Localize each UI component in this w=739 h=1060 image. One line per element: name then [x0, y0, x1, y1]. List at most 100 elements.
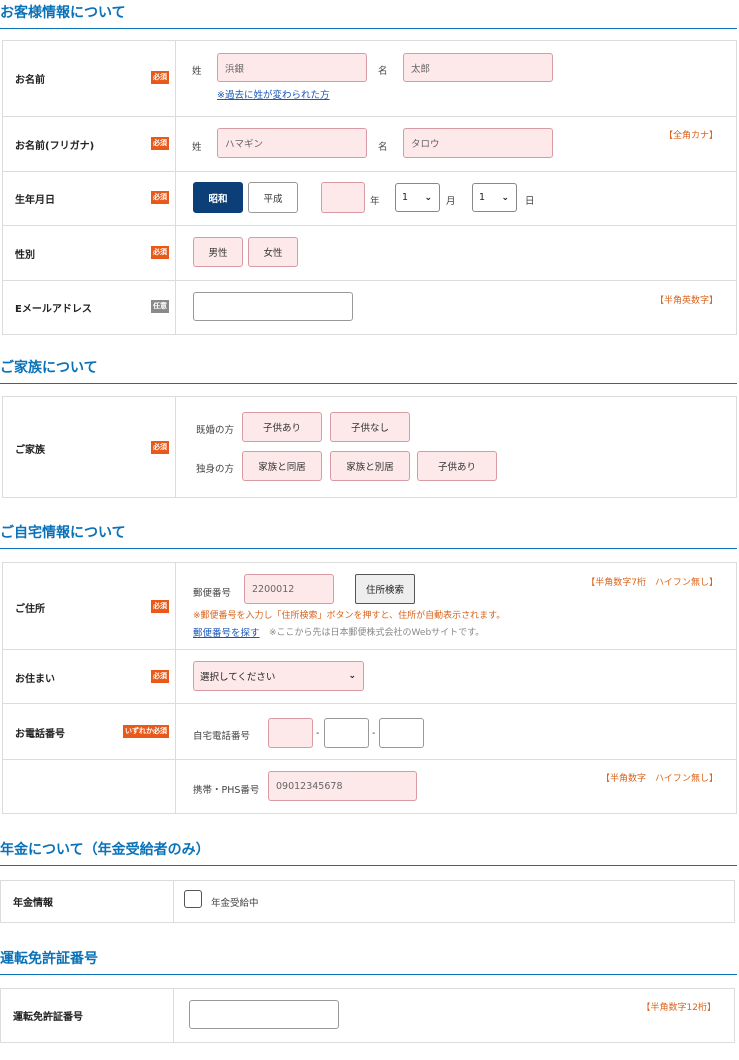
dash: - — [372, 728, 376, 739]
address-label-cell: ご住所 必須 — [3, 563, 176, 649]
residence-label-cell: お住まい 必須 — [3, 650, 176, 703]
residence-content: 選択してください ⌄ — [177, 650, 736, 703]
phone-label-cell: お電話番号 いずれか必須 — [3, 704, 176, 759]
email-label: Eメールアドレス — [15, 304, 92, 315]
license-label-cell: 運転免許証番号 — [1, 989, 174, 1042]
family-content: 既婚の方 子供あり 子供なし 独身の方 家族と同居 家族と別居 子供あり — [177, 397, 736, 497]
mobile-phone-row: 携帯・PHS番号 09012345678 【半角数字 ハイフン無し】 — [3, 760, 736, 813]
home-phone-input-2[interactable] — [324, 718, 369, 748]
sei-label: 姓 — [192, 66, 202, 77]
find-postal-code-link[interactable]: 郵便番号を探す — [193, 625, 260, 639]
license-label: 運転免許証番号 — [13, 1012, 83, 1023]
birth-month-select[interactable]: 1 ⌄ — [395, 183, 440, 212]
license-note: 【半角数字12桁】 — [641, 1003, 716, 1013]
kana-label-cell: お名前(フリガナ) 必須 — [3, 117, 176, 171]
birthdate-label: 生年月日 — [15, 195, 55, 206]
required-badge: 必須 — [151, 600, 169, 613]
gender-label: 性別 — [15, 250, 35, 261]
home-table: ご住所 必須 郵便番号 2200012 住所検索 【半角数字7桁 ハイフン無し】… — [2, 562, 737, 814]
previous-surname-link[interactable]: ※過去に姓が変わられた方 — [217, 87, 329, 101]
license-content: 【半角数字12桁】 — [175, 989, 734, 1042]
required-badge: 必須 — [151, 137, 169, 150]
month-unit: 月 — [446, 196, 456, 207]
section-title-license: 運転免許証番号 — [0, 948, 737, 975]
birth-month-value: 1 — [402, 192, 409, 203]
married-with-children-button[interactable]: 子供あり — [242, 412, 322, 442]
residence-select[interactable]: 選択してください ⌄ — [193, 661, 364, 691]
birth-year-input[interactable] — [321, 182, 365, 213]
section-title-pension: 年金について（年金受給者のみ） — [0, 839, 737, 866]
address-content: 郵便番号 2200012 住所検索 【半角数字7桁 ハイフン無し】 ※郵便番号を… — [177, 563, 736, 649]
mobile-phone-input[interactable]: 09012345678 — [268, 771, 417, 801]
sei-kana-label: 姓 — [192, 142, 202, 153]
postal-code-input[interactable]: 2200012 — [244, 574, 334, 604]
pension-checkbox-label: 年金受給中 — [211, 898, 259, 909]
required-badge: 必須 — [151, 670, 169, 683]
era-showa-button[interactable]: 昭和 — [193, 182, 243, 213]
address-search-warning: ※郵便番号を入力し「住所検索」ボタンを押すと、住所が自動表示されます。 — [193, 611, 506, 621]
email-label-cell: Eメールアドレス 任意 — [3, 281, 176, 334]
pension-label-cell: 年金情報 — [1, 881, 174, 922]
era-heisei-button[interactable]: 平成 — [248, 182, 298, 213]
home-phone-input-3[interactable] — [379, 718, 424, 748]
pension-label: 年金情報 — [13, 898, 53, 909]
chevron-down-icon: ⌄ — [424, 192, 432, 203]
license-number-input[interactable] — [189, 1000, 339, 1029]
kana-label: お名前(フリガナ) — [15, 141, 95, 152]
mei-kana-input[interactable]: タロウ — [403, 128, 553, 158]
day-unit: 日 — [525, 196, 535, 207]
optional-badge: 任意 — [151, 300, 169, 313]
mobile-phone-label: 携帯・PHS番号 — [193, 785, 260, 796]
residence-label: お住まい — [15, 674, 55, 685]
kana-note: 【全角カナ】 — [663, 131, 718, 141]
family-label: ご家族 — [15, 445, 45, 456]
mei-label: 名 — [378, 66, 388, 77]
email-row: Eメールアドレス 任意 【半角英数字】 — [3, 281, 736, 334]
section-title-customer: お客様情報について — [0, 2, 737, 29]
home-phone-content: 自宅電話番号 - - — [177, 704, 736, 759]
dash: - — [316, 728, 320, 739]
married-no-children-button[interactable]: 子供なし — [330, 412, 410, 442]
gender-row: 性別 必須 男性 女性 — [3, 226, 736, 281]
gender-male-button[interactable]: 男性 — [193, 237, 243, 267]
postal-code-note: 【半角数字7桁 ハイフン無し】 — [586, 578, 718, 588]
name-row: お名前 必須 姓 浜銀 名 太郎 ※過去に姓が変わられた方 — [3, 41, 736, 117]
required-badge: 必須 — [151, 191, 169, 204]
kana-row: お名前(フリガナ) 必須 姓 ハマギン 名 タロウ 【全角カナ】 — [3, 117, 736, 172]
pension-content: 年金受給中 — [175, 881, 734, 922]
postal-code-label: 郵便番号 — [193, 588, 232, 599]
family-row: ご家族 必須 既婚の方 子供あり 子供なし 独身の方 家族と同居 家族と別居 子… — [3, 397, 736, 497]
name-content: 姓 浜銀 名 太郎 ※過去に姓が変わられた方 — [177, 41, 736, 116]
either-required-badge: いずれか必須 — [123, 725, 169, 738]
birth-day-select[interactable]: 1 ⌄ — [472, 183, 517, 212]
name-label-cell: お名前 必須 — [3, 41, 176, 116]
external-site-note: ※ここから先は日本郵便株式会社のWebサイトです。 — [269, 628, 485, 638]
sei-input[interactable]: 浜銀 — [217, 53, 367, 82]
address-row: ご住所 必須 郵便番号 2200012 住所検索 【半角数字7桁 ハイフン無し】… — [3, 563, 736, 650]
name-label: お名前 — [15, 75, 45, 86]
birth-day-value: 1 — [479, 192, 486, 203]
mei-kana-label: 名 — [378, 142, 388, 153]
license-row: 運転免許証番号 【半角数字12桁】 — [1, 989, 734, 1042]
single-living-with-family-button[interactable]: 家族と同居 — [242, 451, 322, 481]
phone-row: お電話番号 いずれか必須 自宅電話番号 - - — [3, 704, 736, 760]
email-input[interactable] — [193, 292, 353, 321]
single-living-apart-button[interactable]: 家族と別居 — [330, 451, 410, 481]
address-search-button[interactable]: 住所検索 — [355, 574, 415, 604]
birthdate-row: 生年月日 必須 昭和 平成 年 1 ⌄ 月 1 ⌄ 日 — [3, 172, 736, 226]
email-content: 【半角英数字】 — [177, 281, 736, 334]
home-phone-input-1[interactable] — [268, 718, 313, 748]
pension-checkbox[interactable] — [184, 890, 202, 908]
home-phone-label: 自宅電話番号 — [193, 731, 251, 742]
phone-note: 【半角数字 ハイフン無し】 — [600, 774, 718, 784]
mei-input[interactable]: 太郎 — [403, 53, 553, 82]
year-unit: 年 — [370, 196, 380, 207]
required-badge: 必須 — [151, 71, 169, 84]
chevron-down-icon: ⌄ — [348, 671, 356, 681]
gender-female-button[interactable]: 女性 — [248, 237, 298, 267]
kana-content: 姓 ハマギン 名 タロウ 【全角カナ】 — [177, 117, 736, 171]
license-table: 運転免許証番号 【半角数字12桁】 — [0, 988, 735, 1043]
sei-kana-input[interactable]: ハマギン — [217, 128, 367, 158]
single-with-children-button[interactable]: 子供あり — [417, 451, 497, 481]
birthdate-content: 昭和 平成 年 1 ⌄ 月 1 ⌄ 日 — [177, 172, 736, 225]
